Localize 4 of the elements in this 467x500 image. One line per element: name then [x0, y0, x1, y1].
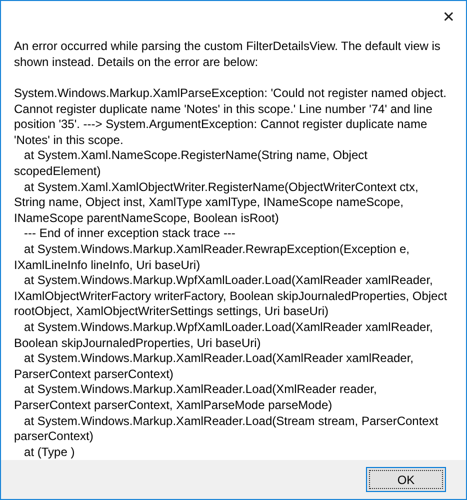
ok-button[interactable]: OK: [366, 467, 446, 492]
error-message: An error occurred while parsing the custom FilterDetailsView. The default view is shown instead. Details on the error are below:: [14, 39, 442, 70]
error-details: System.Windows.Markup.XamlParseException: 'Could not register named object. Cannot register duplicate name 'Notes' in this scope.' Line number '74' and line position '35'. ---> System.ArgumentException: Cannot register duplicate name 'Notes' in this scope. at System.Xaml.NameScope.RegisterName(String name, Object scopedElement) at System.Xaml.XamlObjectWriter.RegisterName(ObjectWriterContext ctx, String name, Object inst, XamlType xamlType, INameScope nameScope, INameScope parentNameScope, Boolean isRoot) --- End of inner exception stack trace --- at System.Windows.Markup.XamlReader.RewrapException(Exception e, IXamlLineInfo lineInfo, Uri baseUri) at System.Windows.Markup.WpfXamlLoader.Load(XamlReader xamlReader, IXamlObjectWriterFactory writerFactory, Boolean skipJournaledProperties, Object rootObject, XamlObjectWriterSettings settings, Uri baseUri) at System.Windows.Markup.WpfXamlLoader.Load(XamlReader xamlReader, Boolean skipJournaledProperties, Uri baseUri) at System.Windows.Markup.XamlReader.Load(XamlReader xamlReader, ParserContext parserContext) at System.Windows.Markup.XamlReader.Load(XmlReader reader, ParserContext parserContext, XamlParseMode parseMode) at System.Windows.Markup.XamlReader.Load(Stream stream, ParserContext parserContext) at (Type ): [14, 86, 448, 460]
close-button[interactable]: ✕: [432, 2, 465, 32]
